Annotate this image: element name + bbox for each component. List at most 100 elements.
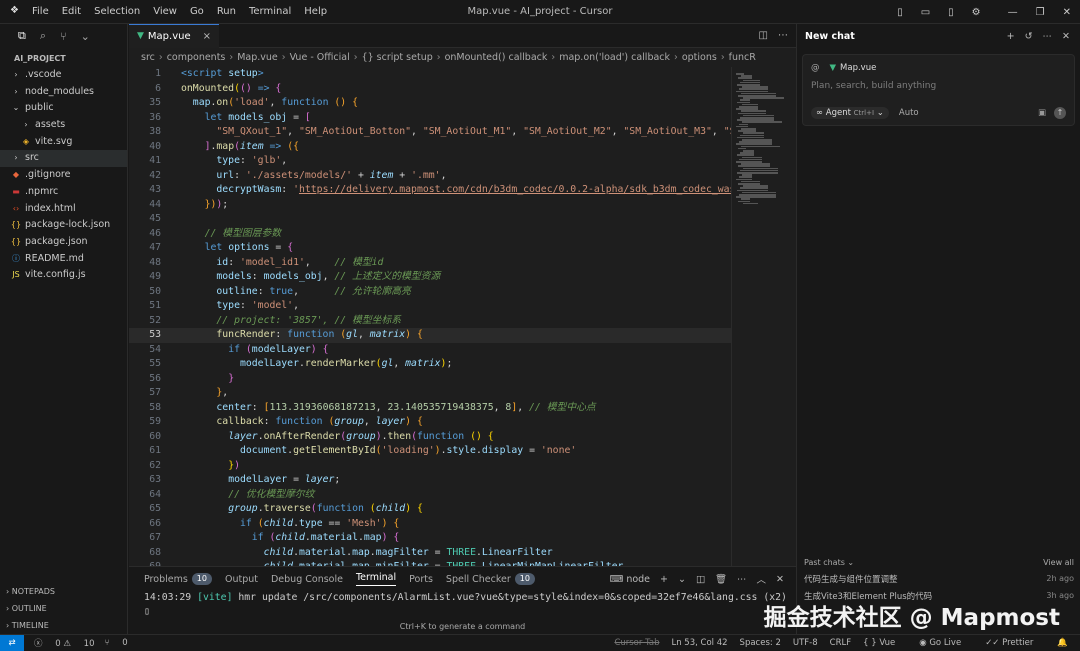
tree-item[interactable]: ▬ .npmrc <box>0 184 127 201</box>
chevron-down-icon[interactable]: ⌄ <box>678 574 686 585</box>
code-line[interactable]: 38 "SM_QXout_1", "SM_AotiOut_Botton", "S… <box>129 125 731 140</box>
past-chat-item[interactable]: 代码生成与组件位置调整 2h ago <box>804 570 1074 587</box>
prettier-status[interactable]: ✓✓ Prettier <box>985 638 1045 648</box>
breadcrumb-item[interactable]: src <box>141 52 155 63</box>
go-live-button[interactable]: ◉ Go Live <box>919 638 973 648</box>
remote-icon[interactable]: ⇄ <box>0 634 24 651</box>
agent-mode-button[interactable]: ∞ Agent Ctrl+I ⌄ <box>811 107 889 119</box>
context-file[interactable]: Map.vue <box>840 63 876 73</box>
menu-go[interactable]: Go <box>190 6 204 17</box>
code-line[interactable]: 62 }) <box>129 459 731 474</box>
gear-icon[interactable]: ⚙ <box>972 7 981 18</box>
files-icon[interactable]: ⧉ <box>18 29 26 43</box>
chat-input[interactable]: Plan, search, build anything <box>803 73 1074 91</box>
code-line[interactable]: 41 type: 'glb', <box>129 154 731 169</box>
code-line[interactable]: 63 modelLayer = layer; <box>129 473 731 488</box>
model-select[interactable]: Auto <box>899 108 919 118</box>
menu-terminal[interactable]: Terminal <box>249 6 291 17</box>
code-line[interactable]: 53 funcRender: function (gl, matrix) { <box>129 328 731 343</box>
explorer-heading[interactable]: AI_PROJECT <box>0 48 127 63</box>
send-icon[interactable]: ↑ <box>1054 107 1066 119</box>
code-line[interactable]: 64 // 优化模型摩尔纹 <box>129 488 731 503</box>
code-line[interactable]: 1 <script setup> <box>129 67 731 82</box>
code-line[interactable]: 67 if (child.material.map) { <box>129 531 731 546</box>
code-line[interactable]: 59 callback: function (group, layer) { <box>129 415 731 430</box>
past-chats-label[interactable]: Past chats <box>804 558 845 567</box>
breadcrumb-item[interactable]: Vue - Official <box>290 52 350 63</box>
section-timeline[interactable]: › TIMELINE <box>0 617 128 634</box>
tree-item[interactable]: ⓘ README.md <box>0 251 127 268</box>
menu-run[interactable]: Run <box>217 6 236 17</box>
code-line[interactable]: 51 type: 'model', <box>129 299 731 314</box>
code-line[interactable]: 58 center: [113.31936068187213, 23.14053… <box>129 401 731 416</box>
code-line[interactable]: 40 ].map(item => ({ <box>129 140 731 155</box>
trash-icon[interactable]: 🗑 <box>715 574 727 585</box>
code-line[interactable]: 65 group.traverse(function (child) { <box>129 502 731 517</box>
more-actions-icon[interactable]: ⋯ <box>778 30 788 41</box>
code-line[interactable]: 44 })); <box>129 198 731 213</box>
search-icon[interactable]: ⌕ <box>40 29 46 43</box>
toggle-sidebar-icon[interactable]: ▯ <box>897 7 903 18</box>
cursor-position[interactable]: Ln 53, Col 42 <box>671 638 727 648</box>
tree-item[interactable]: ◆ .gitignore <box>0 167 127 184</box>
line-ending[interactable]: CRLF <box>830 638 851 648</box>
section-outline[interactable]: › OUTLINE <box>0 600 128 617</box>
breadcrumb-item[interactable]: Map.vue <box>237 52 278 63</box>
breadcrumb-item[interactable]: components <box>167 52 226 63</box>
minimize-icon[interactable]: — <box>1008 7 1018 18</box>
panel-tab[interactable]: Output <box>225 574 258 585</box>
encoding[interactable]: UTF-8 <box>793 638 818 648</box>
split-terminal-icon[interactable]: ◫ <box>696 574 705 585</box>
code-line[interactable]: 57 }, <box>129 386 731 401</box>
close-tab-icon[interactable]: × <box>203 31 211 42</box>
add-terminal-icon[interactable]: + <box>660 574 668 585</box>
language-mode[interactable]: { } Vue <box>863 638 907 648</box>
terminal-name[interactable]: node <box>626 574 650 585</box>
code-line[interactable]: 48 id: 'model_id1', // 模型id <box>129 256 731 271</box>
breadcrumb-item[interactable]: {} script setup <box>362 52 433 63</box>
mention-icon[interactable]: @ <box>811 63 820 73</box>
tab-map-vue[interactable]: ▼ Map.vue × <box>129 23 220 48</box>
section-notepads[interactable]: › NOTEPADS <box>0 583 128 600</box>
toggle-secondary-sidebar-icon[interactable]: ▯ <box>948 7 954 18</box>
chevron-down-icon[interactable]: ⌄ <box>81 30 90 43</box>
code-view[interactable]: 1 <script setup> 6 onMounted(() => {35 map.… <box>129 67 731 566</box>
problems-status[interactable]: ⓧ 0 ⚠ 10 <box>34 637 94 649</box>
breadcrumb-item[interactable]: map.on('load') callback <box>559 52 670 63</box>
close-chat-icon[interactable]: ✕ <box>1062 31 1070 42</box>
code-line[interactable]: 36 let models_obj = [ <box>129 111 731 126</box>
minimap[interactable] <box>731 67 791 566</box>
source-control-icon[interactable]: ⑂ <box>60 30 67 43</box>
panel-tab[interactable]: Debug Console <box>271 574 343 585</box>
view-all-link[interactable]: View all <box>1043 558 1074 567</box>
code-line[interactable]: 55 modelLayer.renderMarker(gl, matrix); <box>129 357 731 372</box>
code-line[interactable]: 46 // 模型图层参数 <box>129 227 731 242</box>
chat-title[interactable]: New chat <box>805 31 855 42</box>
new-chat-icon[interactable]: + <box>1007 31 1015 42</box>
close-panel-icon[interactable]: ✕ <box>776 574 784 585</box>
split-editor-icon[interactable]: ◫ <box>759 30 768 41</box>
code-line[interactable]: 47 let options = { <box>129 241 731 256</box>
maximize-panel-icon[interactable]: ︿ <box>757 572 767 586</box>
more-icon[interactable]: ⋯ <box>1043 31 1053 42</box>
tree-item[interactable]: › assets <box>0 117 127 134</box>
toggle-panel-icon[interactable]: ▭ <box>921 7 930 18</box>
ports-status[interactable]: ⑂ 0 <box>104 638 127 648</box>
more-icon[interactable]: ⋯ <box>737 574 747 585</box>
tree-item[interactable]: JS vite.config.js <box>0 267 127 284</box>
bell-icon[interactable]: 🔔 <box>1057 638 1068 648</box>
breadcrumb-item[interactable]: funcR <box>729 52 756 63</box>
tree-item[interactable]: {} package.json <box>0 234 127 251</box>
close-icon[interactable]: ✕ <box>1063 7 1071 18</box>
chat-input-box[interactable]: @ ▼ Map.vue Plan, search, build anything… <box>802 54 1075 126</box>
code-line[interactable]: 52 // project: '3857', // 模型坐标系 <box>129 314 731 329</box>
tree-item[interactable]: › .vscode <box>0 67 127 84</box>
code-line[interactable]: 50 outline: true, // 允许轮廓高亮 <box>129 285 731 300</box>
menu-selection[interactable]: Selection <box>94 6 140 17</box>
code-line[interactable]: 61 document.getElementById('loading').st… <box>129 444 731 459</box>
indentation[interactable]: Spaces: 2 <box>740 638 781 648</box>
history-icon[interactable]: ↺ <box>1025 31 1033 42</box>
cursor-tab-status[interactable]: Cursor Tab <box>614 638 659 648</box>
code-line[interactable]: 60 layer.onAfterRender(group).then(funct… <box>129 430 731 445</box>
panel-tab[interactable]: Terminal <box>355 572 397 586</box>
